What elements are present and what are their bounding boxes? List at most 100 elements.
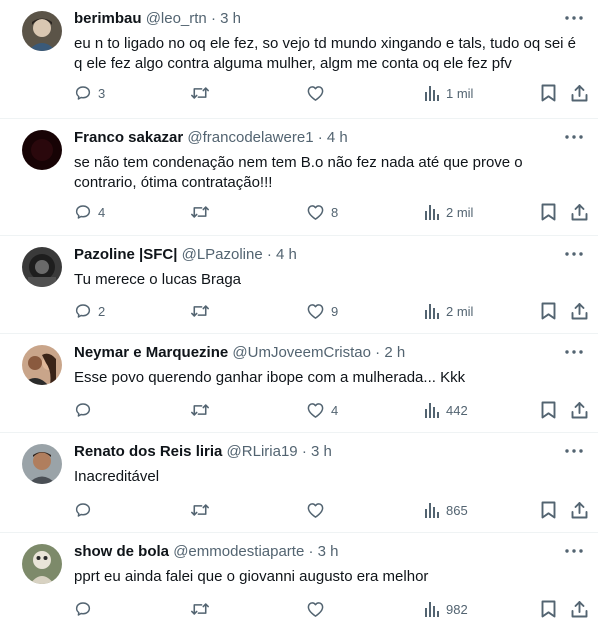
username[interactable]: @francodelawere1 [187, 129, 313, 146]
avatar[interactable] [22, 130, 62, 170]
retweet-button[interactable] [190, 201, 216, 223]
bookmark-button[interactable] [541, 598, 556, 620]
bookmark-button[interactable] [541, 300, 556, 322]
like-count: 4 [331, 402, 339, 418]
avatar[interactable] [22, 247, 62, 287]
retweet-button[interactable] [190, 399, 216, 421]
retweet-button[interactable] [190, 82, 216, 104]
reply-button[interactable]: 3 [74, 82, 105, 104]
views-button[interactable]: 2 mil [424, 201, 473, 223]
bookmark-button[interactable] [541, 499, 556, 521]
display-name[interactable]: Pazoline |SFC| [74, 246, 177, 263]
reply-icon [75, 86, 91, 100]
more-icon [565, 549, 583, 553]
timestamp[interactable]: 4 h [327, 129, 348, 146]
like-button[interactable] [306, 499, 331, 521]
like-button[interactable] [306, 598, 331, 620]
retweet-button[interactable] [190, 499, 216, 521]
avatar[interactable] [22, 444, 62, 484]
more-icon [565, 252, 583, 256]
share-button[interactable] [571, 82, 588, 104]
share-button[interactable] [571, 300, 588, 322]
bookmark-icon [541, 600, 556, 618]
views-button[interactable]: 1 mil [424, 82, 473, 104]
views-button[interactable]: 865 [424, 499, 468, 521]
tweet[interactable]: Franco sakazar @francodelawere1 · 4 h se… [0, 119, 598, 236]
reply-button[interactable]: 2 [74, 300, 105, 322]
share-button[interactable] [571, 399, 588, 421]
avatar[interactable] [22, 544, 62, 584]
more-icon [565, 449, 583, 453]
tweet[interactable]: show de bola @emmodestiaparte · 3 h pprt… [0, 533, 598, 623]
like-button[interactable]: 8 [306, 201, 338, 223]
display-name[interactable]: Renato dos Reis liria [74, 443, 222, 460]
avatar[interactable] [22, 345, 62, 385]
views-button[interactable]: 2 mil [424, 300, 473, 322]
retweet-button[interactable] [190, 300, 216, 322]
tweet[interactable]: Pazoline |SFC| @LPazoline · 4 h Tu merec… [0, 236, 598, 334]
share-button[interactable] [571, 499, 588, 521]
share-icon [571, 85, 588, 102]
like-button[interactable]: 9 [306, 300, 338, 322]
username[interactable]: @emmodestiaparte [173, 543, 304, 560]
share-icon [571, 204, 588, 221]
timestamp[interactable]: 3 h [220, 10, 241, 27]
reply-button[interactable] [74, 499, 98, 521]
timestamp[interactable]: 2 h [384, 344, 405, 361]
username[interactable]: @leo_rtn [146, 10, 207, 27]
bookmark-icon [541, 401, 556, 419]
like-icon [307, 86, 324, 101]
like-button[interactable] [306, 82, 331, 104]
share-button[interactable] [571, 598, 588, 620]
display-name[interactable]: Franco sakazar [74, 129, 183, 146]
bookmark-button[interactable] [541, 82, 556, 104]
timestamp[interactable]: 3 h [311, 443, 332, 460]
reply-button[interactable] [74, 598, 98, 620]
more-options-button[interactable] [562, 441, 586, 461]
display-name[interactable]: Neymar e Marquezine [74, 344, 228, 361]
bookmark-icon [541, 84, 556, 102]
share-icon [571, 502, 588, 519]
views-button[interactable]: 982 [424, 598, 468, 620]
tweet-text: Esse povo querendo ganhar ibope com a mu… [74, 369, 466, 386]
views-button[interactable]: 442 [424, 399, 468, 421]
retweet-icon [191, 404, 209, 416]
display-name[interactable]: berimbau [74, 10, 142, 27]
tweet[interactable]: Renato dos Reis liria @RLiria19 · 3 h In… [0, 433, 598, 533]
like-icon [307, 403, 324, 418]
more-options-button[interactable] [562, 127, 586, 147]
more-options-button[interactable] [562, 342, 586, 362]
bookmark-button[interactable] [541, 399, 556, 421]
tweet-text: pprt eu ainda falei que o giovanni augus… [74, 568, 429, 585]
views-count: 2 mil [446, 303, 474, 319]
tweet-actions: 4 8 2 mil [0, 201, 598, 223]
tweet-header: Neymar e Marquezine @UmJoveemCristao · 2… [74, 344, 405, 362]
tweet-header: Franco sakazar @francodelawere1 · 4 h [74, 129, 348, 147]
timestamp[interactable]: 4 h [276, 246, 297, 263]
retweet-icon [191, 603, 209, 615]
tweet[interactable]: Neymar e Marquezine @UmJoveemCristao · 2… [0, 334, 598, 433]
bookmark-icon [541, 501, 556, 519]
bookmark-button[interactable] [541, 201, 556, 223]
username[interactable]: @LPazoline [182, 246, 263, 263]
more-icon [565, 135, 583, 139]
more-options-button[interactable] [562, 8, 586, 28]
more-options-button[interactable] [562, 244, 586, 264]
retweet-button[interactable] [190, 598, 216, 620]
tweet-text: Tu merece o lucas Braga [74, 271, 242, 288]
timestamp[interactable]: 3 h [318, 543, 339, 560]
username[interactable]: @UmJoveemCristao [232, 344, 371, 361]
username[interactable]: @RLiria19 [227, 443, 298, 460]
reply-button[interactable]: 4 [74, 201, 105, 223]
tweet-header: Renato dos Reis liria @RLiria19 · 3 h [74, 443, 332, 461]
retweet-icon [191, 87, 209, 99]
tweet[interactable]: berimbau @leo_rtn · 3 h eu n to ligado n… [0, 0, 598, 119]
tweet-text: Inacreditável [74, 468, 160, 485]
reply-button[interactable] [74, 399, 98, 421]
like-count: 9 [331, 303, 339, 319]
share-button[interactable] [571, 201, 588, 223]
display-name[interactable]: show de bola [74, 543, 169, 560]
avatar[interactable] [22, 11, 62, 51]
like-button[interactable]: 4 [306, 399, 338, 421]
more-options-button[interactable] [562, 541, 586, 561]
